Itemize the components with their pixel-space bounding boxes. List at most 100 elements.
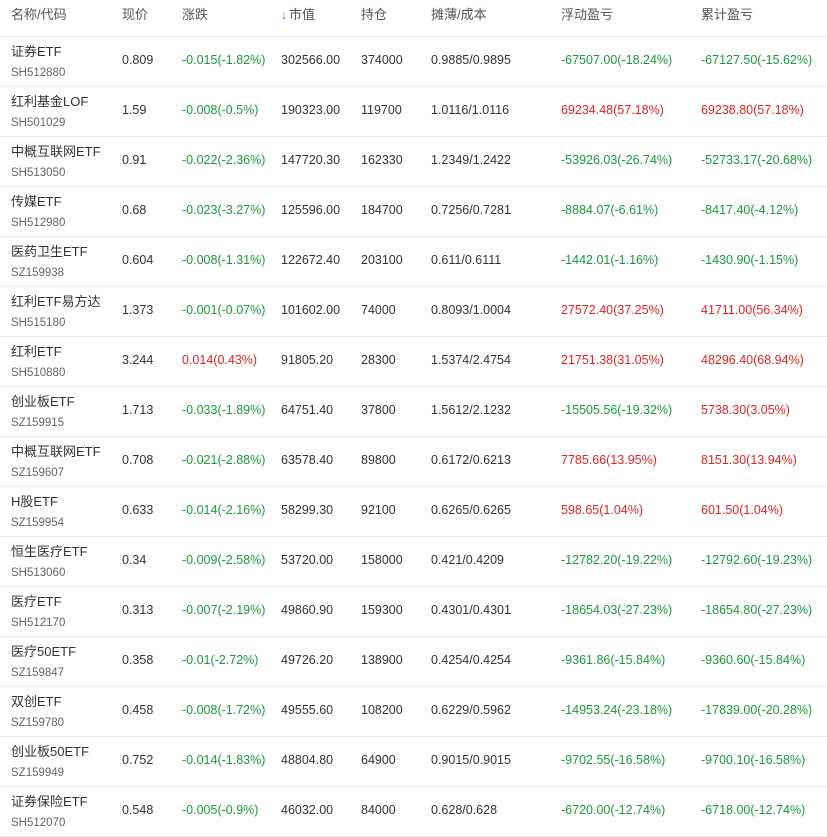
table-row[interactable]: 证券保险ETF SH512070 0.548 -0.005(-0.9%) 46032.0… [0,787,827,837]
floating-pnl-cell: -18654.03(-27.23%) [561,603,673,617]
cumulative-pnl-cell: -18654.80(-27.23%) [701,603,813,617]
price-cell: 0.458 [122,703,154,717]
position-cell: 28300 [361,353,396,367]
floating-pnl-cell: -9361.86(-15.84%) [561,653,666,667]
stock-code: SH513060 [11,567,66,579]
stock-name: 中概互联网ETF [11,444,101,459]
cumulative-pnl-cell: 601.50(1.04%) [701,503,784,517]
floating-pnl-cell: -9702.55(-16.58%) [561,753,666,767]
price-cell: 0.68 [122,203,147,217]
table-row[interactable]: 创业板50ETF SZ159949 0.752 -0.014(-1.83%) 48804… [0,737,827,787]
price-cell: 1.59 [122,103,147,117]
table-row[interactable]: 中概互联网ETF SZ159607 0.708 -0.021(-2.88%) 63578… [0,437,827,487]
stock-code: SH515180 [11,317,66,329]
position-cell: 119700 [361,103,402,117]
stock-code: SZ159938 [11,267,65,279]
cumulative-pnl-cell: -8417.40(-4.12%) [701,203,799,217]
position-cell: 184700 [361,203,403,217]
stock-name: 创业板50ETF [11,744,90,759]
floating-pnl-cell: 7785.66(13.95%) [561,453,657,467]
table-row[interactable]: 红利ETF SH510880 3.244 0.014(0.43%) 91805.20 28… [0,337,827,387]
position-cell: 374000 [361,53,403,67]
col-header-cost[interactable]: 摊薄/成本 [431,0,487,36]
price-cell: 3.244 [122,353,154,367]
change-cell: -0.014(-2.16%) [182,503,266,517]
table-row[interactable]: 传媒ETF SH512980 0.68 -0.023(-3.27%) 125596.00… [0,187,827,237]
position-cell: 138900 [361,653,403,667]
price-cell: 0.34 [122,553,147,567]
market-value-cell: 101602.00 [281,303,341,317]
stock-name: 医药卫生ETF [11,244,88,259]
market-value-cell: 91805.20 [281,353,334,367]
change-cell: -0.008(-1.31%) [182,253,266,267]
cumulative-pnl-cell: -17839.00(-20.28%) [701,703,813,717]
col-header-market-value-label: 市值 [289,7,316,22]
floating-pnl-cell: 27572.40(37.25%) [561,303,664,317]
table-row[interactable]: 证券ETF SH512880 0.809 -0.015(-1.82%) 302566.0… [0,37,827,87]
market-value-cell: 63578.40 [281,453,334,467]
floating-pnl-cell: -15505.56(-19.32%) [561,403,673,417]
cumulative-pnl-cell: -52733.17(-20.68%) [701,153,813,167]
market-value-cell: 64751.40 [281,403,334,417]
change-cell: -0.014(-1.83%) [182,753,266,767]
table-row[interactable]: 医疗50ETF SZ159847 0.358 -0.01(-2.72%) 49726.2… [0,637,827,687]
stock-name: H股ETF [11,494,58,509]
stock-name: 传媒ETF [11,194,62,209]
cost-cell: 0.628/0.628 [431,803,498,817]
floating-pnl-cell: 69234.48(57.18%) [561,103,664,117]
cost-cell: 1.5612/2.1232 [431,403,511,417]
stock-name: 红利基金LOF [11,94,89,109]
col-header-name-code[interactable]: 名称/代码 [11,0,67,36]
col-header-market-value[interactable]: ↓ 市值 [281,0,315,36]
floating-pnl-cell: 598.65(1.04%) [561,503,644,517]
cumulative-pnl-cell: -9700.10(-16.58%) [701,753,806,767]
price-cell: 0.91 [122,153,147,167]
position-cell: 108200 [361,703,403,717]
change-cell: -0.023(-3.27%) [182,203,266,217]
stock-name: 恒生医疗ETF [11,544,88,559]
stock-code: SH510880 [11,367,66,379]
table-body: 证券ETF SH512880 0.809 -0.015(-1.82%) 302566.0… [0,37,827,837]
change-cell: -0.008(-1.72%) [182,703,266,717]
table-row[interactable]: 医疗ETF SH512170 0.313 -0.007(-2.19%) 49860.90… [0,587,827,637]
change-cell: -0.022(-2.36%) [182,153,266,167]
col-header-price[interactable]: 现价 [122,0,148,36]
stock-name: 证券保险ETF [11,794,88,809]
price-cell: 1.713 [122,403,154,417]
cumulative-pnl-cell: -9360.60(-15.84%) [701,653,806,667]
table-row[interactable]: H股ETF SZ159954 0.633 -0.014(-2.16%) 58299.30… [0,487,827,537]
cumulative-pnl-cell: 41711.00(56.34%) [701,303,803,317]
price-cell: 0.604 [122,253,154,267]
stock-code: SH513050 [11,167,66,179]
market-value-cell: 49726.20 [281,653,334,667]
position-cell: 92100 [361,503,396,517]
change-cell: -0.001(-0.07%) [182,303,266,317]
stock-code: SH512170 [11,617,66,629]
cumulative-pnl-cell: 69238.80(57.18%) [701,103,804,117]
cost-cell: 0.7256/0.7281 [431,203,511,217]
col-header-position[interactable]: 持仓 [361,0,387,36]
col-header-floating-pnl[interactable]: 浮动盈亏 [561,0,613,36]
change-cell: -0.021(-2.88%) [182,453,266,467]
table-row[interactable]: 创业板ETF SZ159915 1.713 -0.033(-1.89%) 64751.4… [0,387,827,437]
cost-cell: 0.611/0.6111 [431,253,502,267]
cost-cell: 1.5374/2.4754 [431,353,511,367]
market-value-cell: 302566.00 [281,53,341,67]
change-cell: -0.007(-2.19%) [182,603,266,617]
table-row[interactable]: 医药卫生ETF SZ159938 0.604 -0.008(-1.31%) 122672… [0,237,827,287]
floating-pnl-cell: -53926.03(-26.74%) [561,153,673,167]
table-row[interactable]: 红利ETF易方达 SH515180 1.373 -0.001(-0.07%) 10160… [0,287,827,337]
position-cell: 64900 [361,753,396,767]
cumulative-pnl-cell: -1430.90(-1.15%) [701,253,799,267]
table-row[interactable]: 恒生医疗ETF SH513060 0.34 -0.009(-2.58%) 53720.0… [0,537,827,587]
col-header-cumulative-pnl[interactable]: 累计盈亏 [701,0,753,36]
market-value-cell: 125596.00 [281,203,341,217]
cost-cell: 0.421/0.4209 [431,553,504,567]
table-row[interactable]: 中概互联网ETF SH513050 0.91 -0.022(-2.36%) 147720… [0,137,827,187]
position-cell: 162330 [361,153,403,167]
table-row[interactable]: 红利基金LOF SH501029 1.59 -0.008(-0.5%) 190323.0… [0,87,827,137]
table-row[interactable]: 双创ETF SZ159780 0.458 -0.008(-1.72%) 49555.60… [0,687,827,737]
col-header-change[interactable]: 涨跌 [182,0,208,36]
market-value-cell: 122672.40 [281,253,341,267]
stock-name: 红利ETF易方达 [11,294,101,309]
